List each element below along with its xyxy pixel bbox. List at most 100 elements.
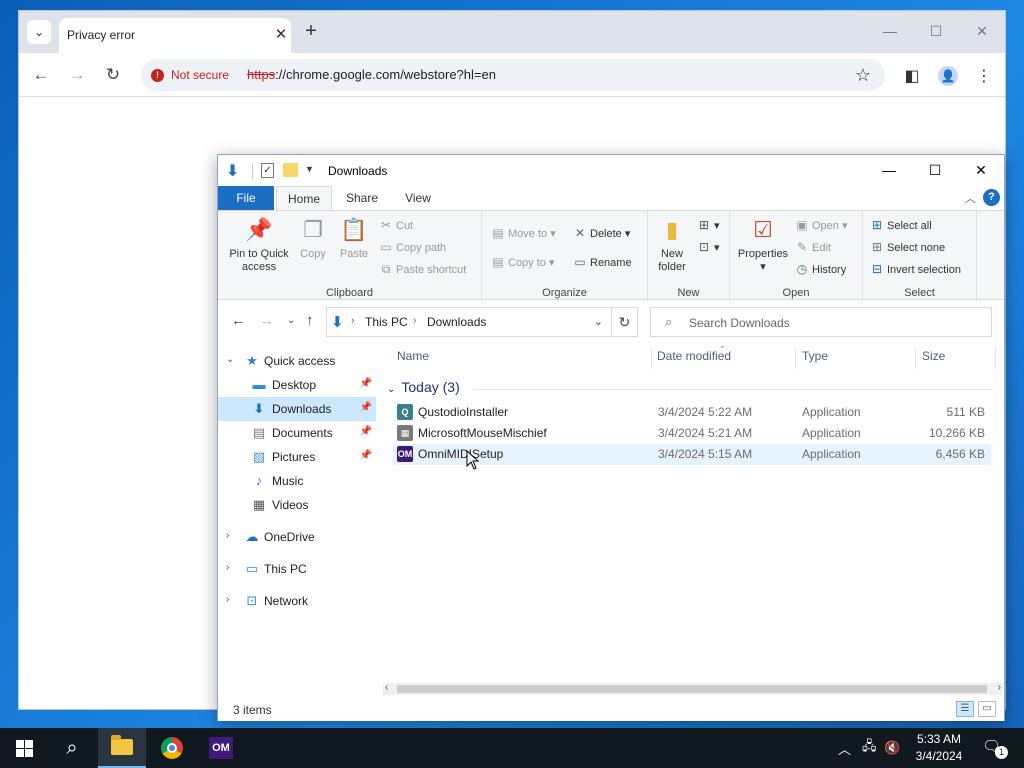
notification-center-icon[interactable]: 🗨 1 [982,737,1008,759]
scroll-right-icon[interactable]: › [998,682,1001,693]
nav-documents[interactable]: ▤ Documents 📌 [218,421,376,445]
scroll-left-icon[interactable]: ‹ [385,682,388,693]
chrome-tab[interactable]: Privacy error ✕ [59,18,291,53]
file-row[interactable]: Q QustodioInstaller 3/4/2024 5:22 AM App… [393,402,991,423]
breadcrumb-downloads[interactable]: Downloads [427,315,486,329]
breadcrumb-this-pc[interactable]: This PC [365,315,408,329]
bookmark-star-icon[interactable]: ☆ [855,65,871,86]
search-box[interactable]: ⌕ [650,307,992,337]
paste-button[interactable]: 📋 Paste [336,215,372,261]
minimize-icon[interactable]: — [866,155,912,185]
copy-to-button[interactable]: ▤ Copy to ▾ [490,252,554,272]
new-item-button[interactable]: ⊞ ▾ [696,215,720,235]
tab-file[interactable]: File [218,186,274,210]
select-all-button[interactable]: ⊞ Select all [869,215,932,235]
details-view-icon[interactable]: ☰ [956,701,974,717]
invert-selection-button[interactable]: ⊟ Invert selection [869,259,961,279]
start-button[interactable] [0,728,48,768]
column-date-modified[interactable]: Date modified [657,349,731,363]
delete-button[interactable]: ✕ Delete ▾ [572,223,630,243]
move-to-button[interactable]: ▤ Move to ▾ [490,223,555,243]
forward-arrow-icon[interactable]: → [65,64,89,86]
nav-desktop[interactable]: ▬ Desktop 📌 [218,373,376,397]
nav-pictures[interactable]: ▧ Pictures 📌 [218,445,376,469]
nav-network[interactable]: › ⊡ Network [218,589,376,613]
chevron-right-icon[interactable]: › [226,594,229,605]
large-icons-view-icon[interactable]: ▭ [978,701,996,717]
network-status-icon[interactable]: 🖧 [862,728,880,768]
new-folder-qa-icon[interactable] [283,163,298,177]
taskbar-chrome[interactable] [148,728,196,768]
group-header[interactable]: ⌄ Today (3) [387,379,460,395]
tab-search-icon[interactable]: ⌄ [27,20,51,44]
column-name[interactable]: Name [397,349,429,363]
new-tab-icon[interactable]: + [301,21,321,42]
chevron-up-icon[interactable]: ︿ [965,190,976,206]
taskbar: ⌕ OM ︿ 🖧 🔇 5:33 AM 3/4/2024 🗨 1 [0,728,1024,768]
paste-shortcut-button[interactable]: ⧉ Paste shortcut [378,259,467,279]
scrollbar-thumb[interactable] [397,685,987,693]
documents-icon: ▤ [252,425,266,440]
minimize-icon[interactable]: — [867,11,913,51]
edit-button[interactable]: ✎ Edit [794,237,831,257]
search-input[interactable] [689,314,979,332]
copy-button[interactable]: ❐ Copy [296,215,330,261]
column-type[interactable]: Type [802,349,828,363]
chevron-right-icon[interactable]: › [226,530,229,541]
chevron-down-icon[interactable]: ⌄ [594,315,603,328]
volume-muted-icon[interactable]: 🔇 [884,728,904,768]
omnibox[interactable]: ! Not secure https://chrome.google.com/w… [141,59,885,91]
horizontal-scrollbar[interactable]: ‹ › [383,682,1003,695]
pin-quick-access-button[interactable]: 📌 Pin to Quick access [224,215,294,274]
help-icon[interactable]: ? [983,189,1000,206]
taskbar-search-button[interactable]: ⌕ [48,728,96,768]
taskbar-file-explorer[interactable] [98,728,146,768]
easy-access-button[interactable]: ⊡ ▾ [696,237,720,257]
maximize-icon[interactable]: ☐ [913,11,959,51]
column-size[interactable]: Size [922,349,945,363]
kebab-menu-icon[interactable]: ⋮ [973,65,995,87]
chevron-right-icon[interactable]: › [226,562,229,573]
security-chip[interactable]: ! Not secure [145,63,237,87]
cut-button[interactable]: ✂ Cut [378,215,413,235]
tab-home[interactable]: Home [276,186,332,210]
customize-qa-icon[interactable]: ▼ [305,164,314,174]
system-clock[interactable]: 5:33 AM 3/4/2024 [906,731,972,765]
tab-share[interactable]: Share [336,186,388,210]
tab-view[interactable]: View [392,186,444,210]
nav-quick-access[interactable]: ⌄ ★ Quick access [218,349,376,373]
history-button[interactable]: ◷ History [794,259,846,279]
maximize-icon[interactable]: ☐ [912,155,958,185]
nav-music[interactable]: ♪ Music [218,469,376,493]
open-button[interactable]: ▣ Open ▾ [794,215,847,235]
address-bar[interactable]: ⬇ › This PC › Downloads ⌄ [326,307,612,337]
recent-locations-icon[interactable]: ⌄ [287,315,295,326]
nav-this-pc[interactable]: › ▭ This PC [218,557,376,581]
file-row[interactable]: OM OmniMIDISetup 3/4/2024 5:15 AM Applic… [393,444,991,465]
back-arrow-icon[interactable]: ← [231,312,246,329]
refresh-icon[interactable]: ↻ [612,307,638,337]
side-panel-icon[interactable]: ◧ [901,65,923,87]
forward-arrow-icon[interactable]: → [259,312,274,329]
taskbar-omnimidi[interactable]: OM [197,728,245,768]
copy-path-button[interactable]: ▭ Copy path [378,237,446,257]
reload-icon[interactable]: ↻ [101,64,125,86]
file-row[interactable]: ▦ MicrosoftMouseMischief 3/4/2024 5:21 A… [393,423,991,444]
profile-icon[interactable]: 👤 [937,65,959,87]
properties-qa-icon[interactable]: ✓ [261,163,274,178]
up-arrow-icon[interactable]: ↑ [306,312,314,329]
back-arrow-icon[interactable]: ← [29,64,53,86]
chevron-down-icon[interactable]: ⌄ [226,354,234,365]
nav-onedrive[interactable]: › ☁ OneDrive [218,525,376,549]
select-none-button[interactable]: ⊞ Select none [869,237,945,257]
close-icon[interactable]: ✕ [958,155,1004,185]
nav-downloads[interactable]: ⬇ Downloads 📌 [218,397,376,421]
new-folder-button[interactable]: ▮ New folder [652,215,692,274]
tab-close-icon[interactable]: ✕ [271,25,291,45]
rename-button[interactable]: ▭ Rename [572,252,631,272]
properties-button[interactable]: ☑ Properties ▾ [734,215,792,274]
nav-videos[interactable]: ▦ Videos [218,493,376,517]
url-text[interactable]: https://chrome.google.com/webstore?hl=en [247,67,496,82]
close-icon[interactable]: ✕ [959,11,1005,51]
show-hidden-icons[interactable]: ︿ [838,728,856,768]
